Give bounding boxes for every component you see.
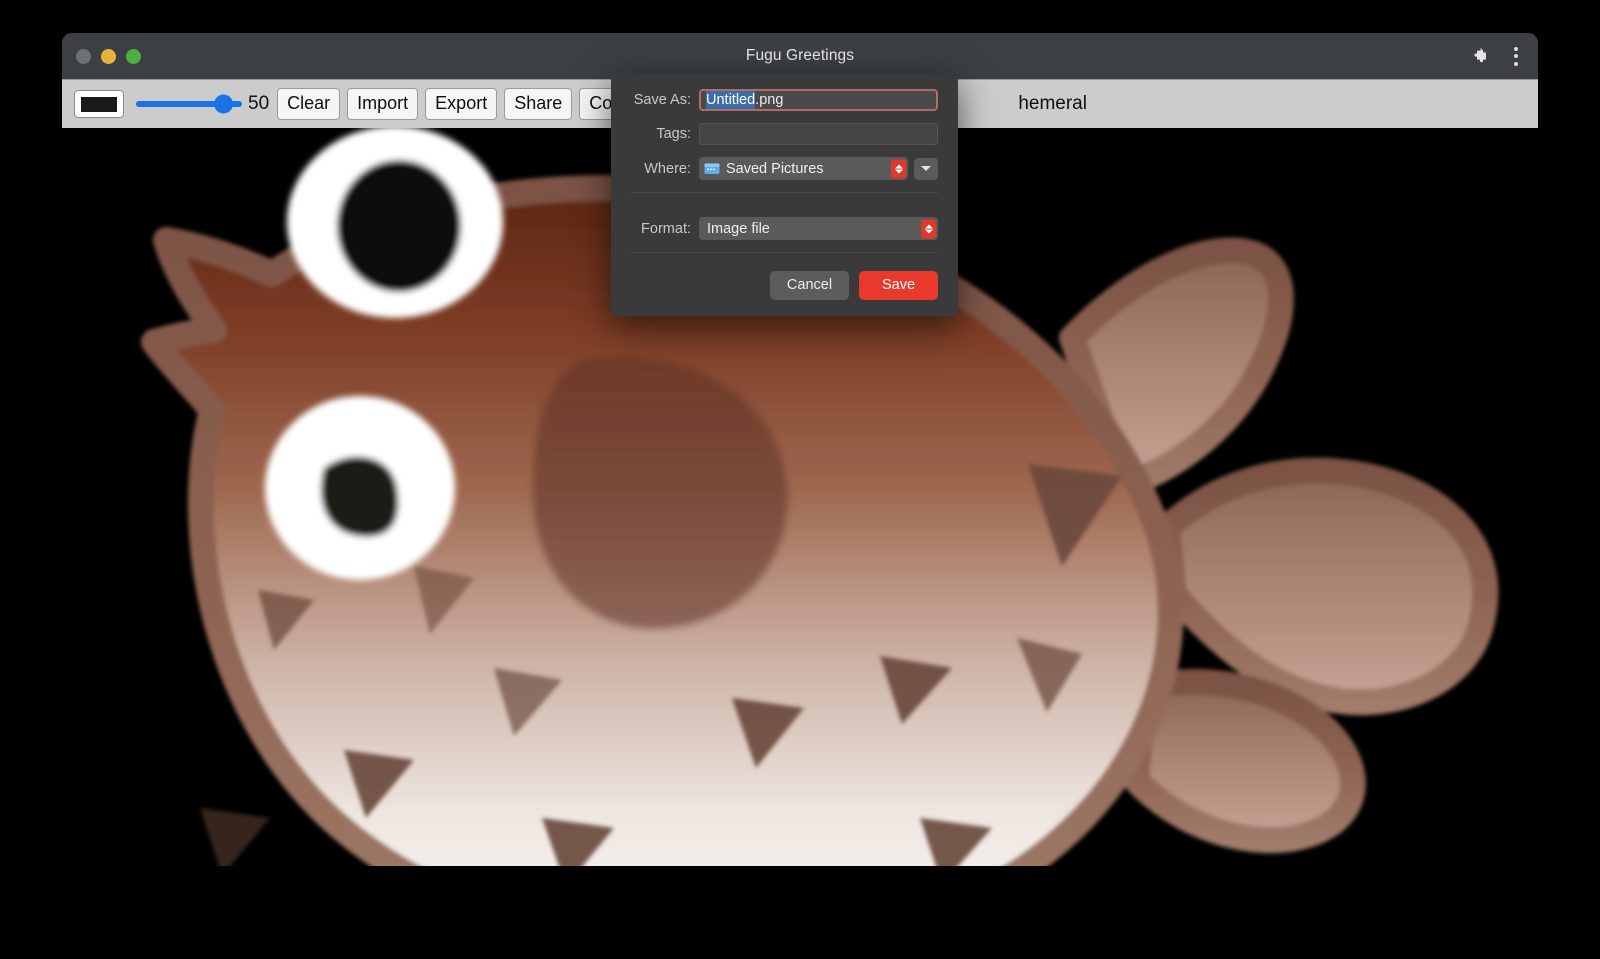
save-as-selected-text: Untitled — [706, 91, 755, 109]
where-row: Where: Saved Pictures — [631, 157, 938, 180]
tags-input[interactable] — [699, 123, 938, 145]
save-as-row: Save As: Untitled.png — [631, 89, 938, 111]
window-traffic-lights — [76, 49, 141, 64]
color-picker-input[interactable] — [74, 90, 124, 118]
cancel-button[interactable]: Cancel — [770, 271, 849, 300]
format-row: Format: Image file — [631, 217, 938, 240]
format-value: Image file — [707, 221, 770, 237]
format-label: Format: — [631, 221, 699, 237]
maximize-window-button[interactable] — [126, 49, 141, 64]
slider-value-label: 50 — [248, 93, 269, 115]
close-window-button[interactable] — [76, 49, 91, 64]
minimize-window-button[interactable] — [101, 49, 116, 64]
save-confirm-button[interactable]: Save — [859, 271, 938, 300]
kebab-menu-icon[interactable] — [1508, 43, 1524, 70]
chevron-down-icon — [921, 166, 931, 171]
window-title: Fugu Greetings — [62, 47, 1538, 65]
dialog-divider-1 — [631, 192, 938, 193]
titlebar-actions — [1470, 43, 1524, 70]
save-dialog-buttons: Cancel Save — [611, 257, 958, 316]
save-dialog: Save As: Untitled.png Tags: Where: — [611, 73, 958, 316]
save-as-extension-text: .png — [755, 92, 783, 108]
share-button[interactable]: Share — [504, 88, 572, 120]
import-button[interactable]: Import — [347, 88, 418, 120]
puzzle-piece-icon[interactable] — [1470, 46, 1490, 66]
format-select[interactable]: Image file — [699, 217, 938, 240]
save-dialog-top-section: Save As: Untitled.png Tags: Where: — [611, 73, 958, 197]
slider-thumb[interactable] — [214, 95, 233, 114]
ephemeral-label: hemeral — [1018, 93, 1087, 115]
save-dialog-format-section: Format: Image file — [611, 197, 958, 257]
screenshot-root: Fugu Greetings 50 Clear Impor — [0, 0, 1600, 959]
save-as-label: Save As: — [631, 92, 699, 108]
folder-icon — [704, 162, 720, 175]
where-value: Saved Pictures — [726, 161, 824, 177]
browse-expand-button[interactable] — [914, 158, 938, 180]
where-label: Where: — [631, 161, 699, 177]
clear-button[interactable]: Clear — [277, 88, 340, 120]
tags-row: Tags: — [631, 123, 938, 145]
line-width-slider[interactable] — [136, 94, 242, 114]
where-select[interactable]: Saved Pictures — [699, 157, 908, 180]
export-button[interactable]: Export — [425, 88, 497, 120]
save-as-input[interactable]: Untitled.png — [699, 89, 938, 111]
tags-label: Tags: — [631, 126, 699, 142]
where-stepper-icon[interactable] — [891, 159, 906, 178]
dialog-divider-2 — [631, 252, 938, 253]
format-stepper-icon[interactable] — [921, 219, 936, 238]
